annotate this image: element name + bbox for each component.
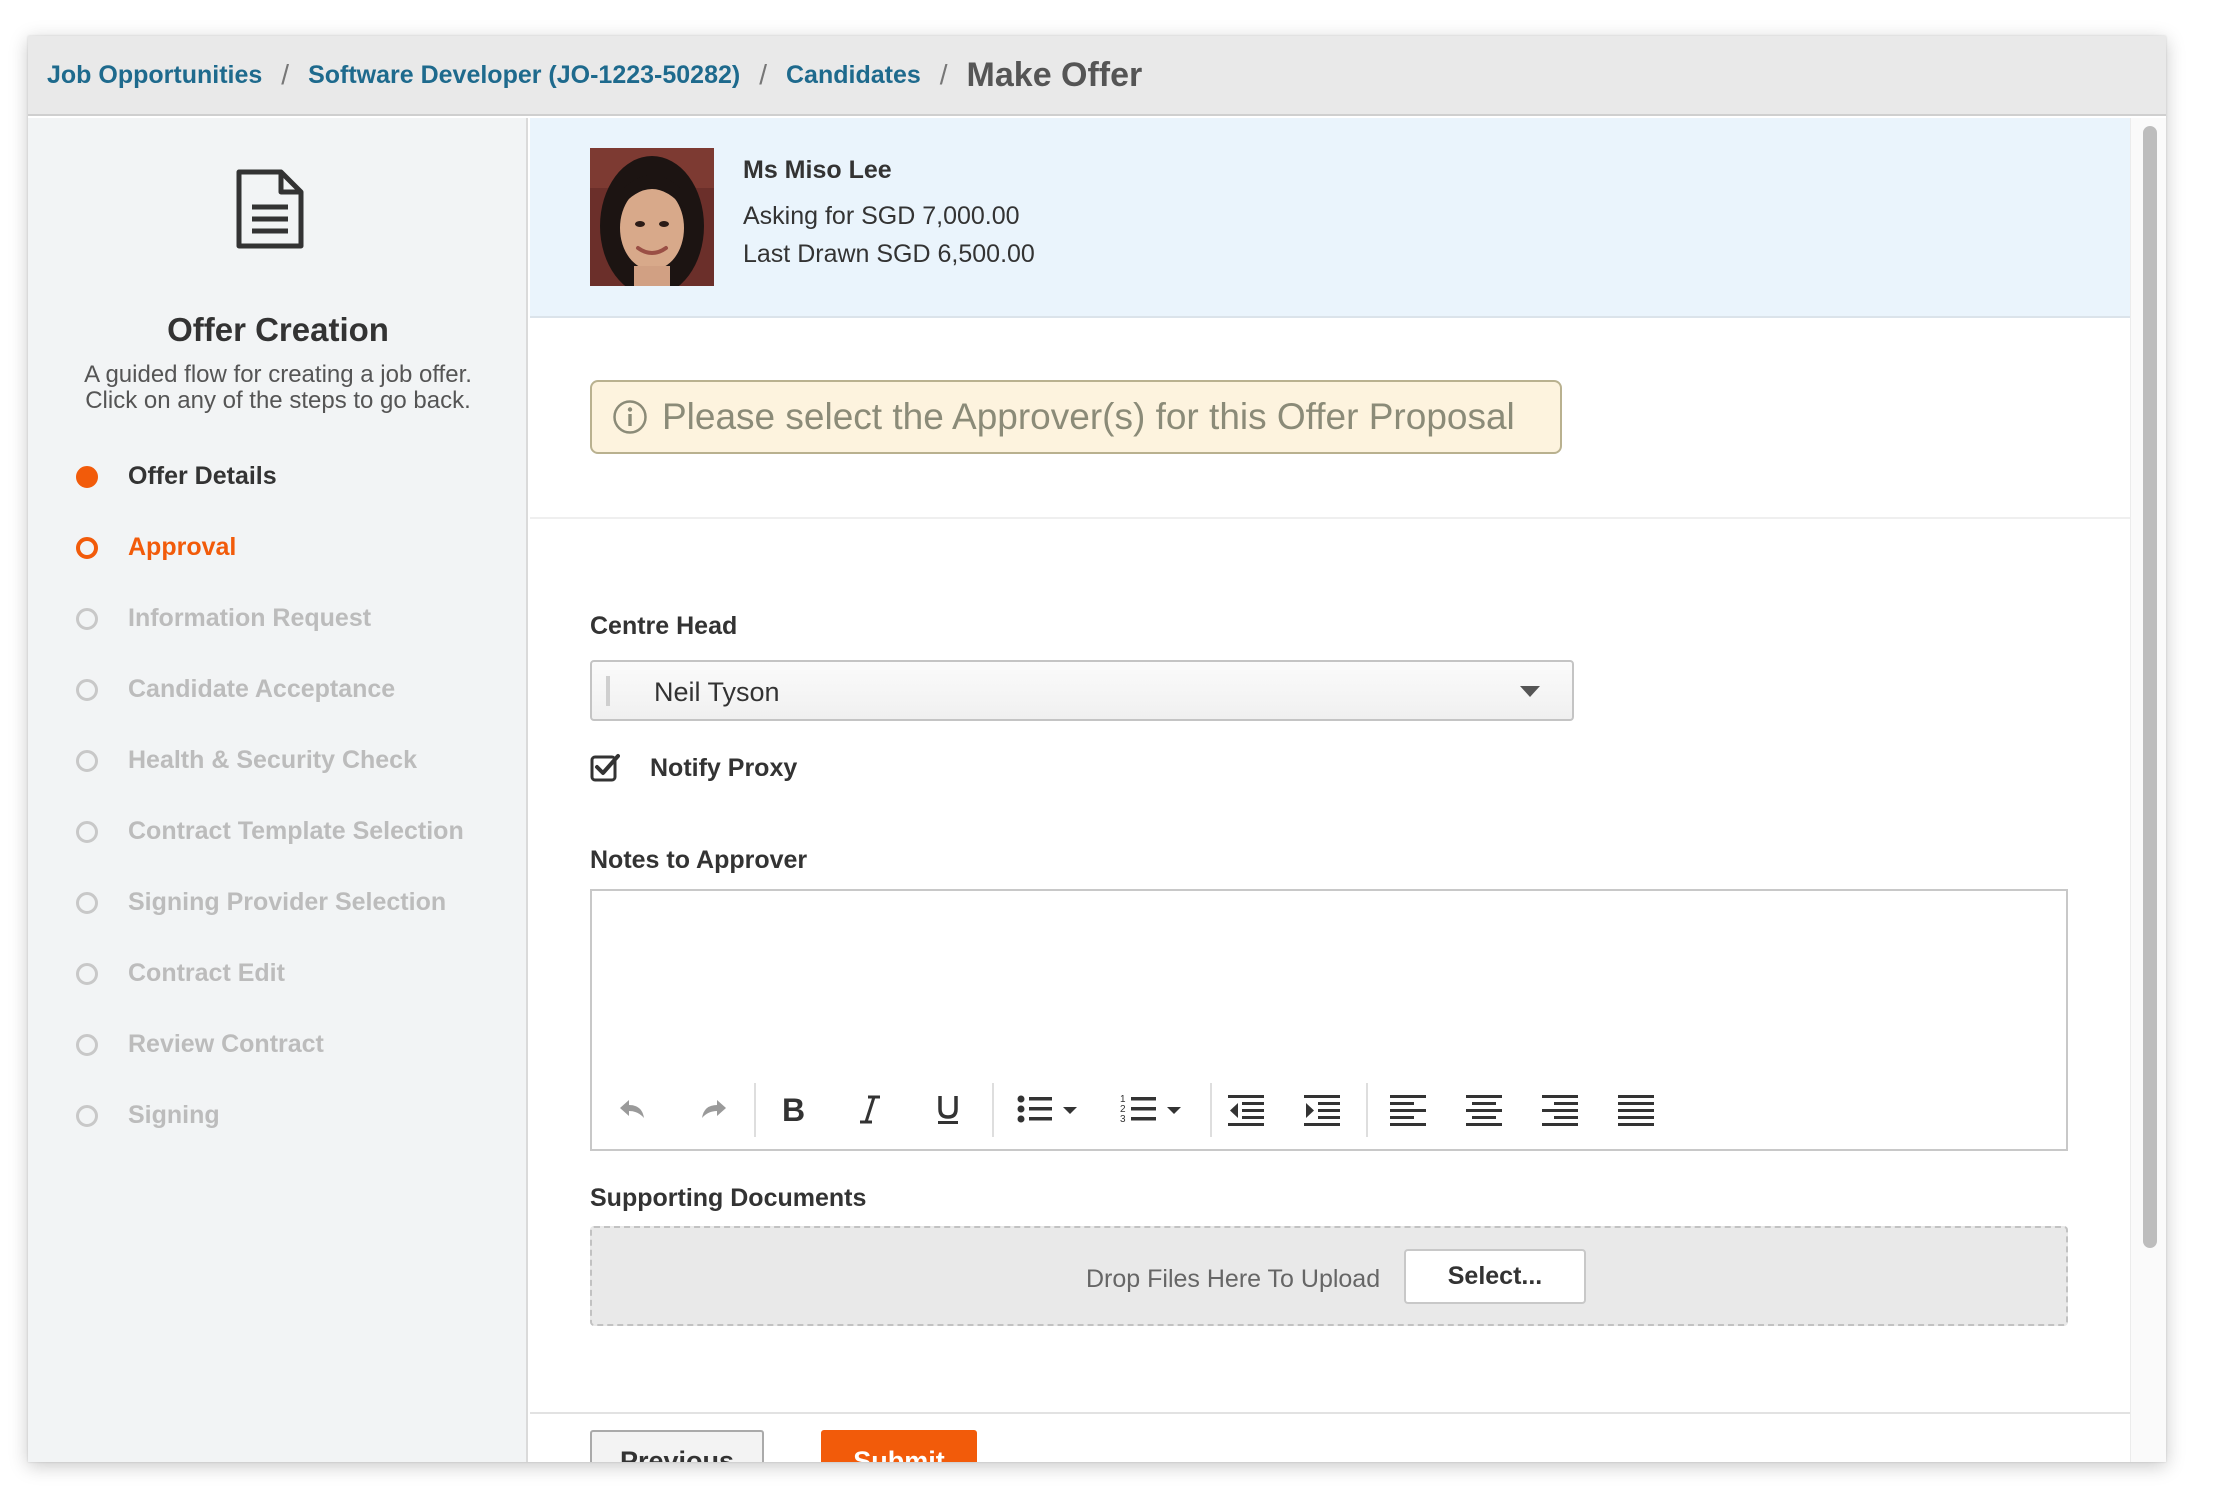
indent-icon[interactable]: [1300, 1087, 1344, 1131]
step-label: Review Contract: [128, 1030, 324, 1058]
step-active-ring-icon: [76, 536, 98, 559]
supporting-documents-label: Supporting Documents: [590, 1184, 867, 1212]
outdent-icon[interactable]: [1224, 1087, 1268, 1131]
centre-head-dropdown[interactable]: Neil Tyson: [590, 660, 1574, 721]
bullet-list-icon[interactable]: [1012, 1087, 1056, 1131]
svg-text:B: B: [782, 1092, 805, 1127]
app-window: Job Opportunities / Software Developer (…: [28, 36, 2166, 1462]
bold-icon[interactable]: B: [770, 1087, 814, 1131]
notify-proxy-label[interactable]: Notify Proxy: [650, 754, 797, 783]
align-right-icon[interactable]: [1538, 1087, 1582, 1131]
dropdown-handle: [606, 676, 610, 706]
document-icon: [236, 169, 304, 249]
breadcrumb-separator: /: [759, 59, 767, 90]
breadcrumb-software-developer[interactable]: Software Developer (JO-1223-50282): [308, 61, 740, 90]
chevron-down-icon: [1520, 686, 1540, 697]
editor-toolbar: B 123: [592, 1079, 2066, 1139]
redo-icon[interactable]: [692, 1087, 736, 1131]
step-pending-ring-icon: [76, 678, 98, 701]
bullet-list-dropdown-icon[interactable]: [1058, 1087, 1082, 1131]
centre-head-label: Centre Head: [590, 612, 738, 640]
select-files-button[interactable]: Select...: [1404, 1249, 1586, 1304]
file-dropzone[interactable]: Drop Files Here To Upload Select...: [590, 1226, 2068, 1326]
section-divider: [530, 517, 2130, 519]
breadcrumb-candidates[interactable]: Candidates: [786, 61, 921, 90]
notes-to-approver-label: Notes to Approver: [590, 846, 808, 874]
numbered-list-dropdown-icon[interactable]: [1162, 1087, 1186, 1131]
vertical-scrollbar[interactable]: [2130, 118, 2166, 1462]
toolbar-divider: [992, 1083, 994, 1137]
info-icon: [613, 400, 647, 434]
step-offer-details[interactable]: Offer Details: [28, 441, 528, 512]
align-left-icon[interactable]: [1386, 1087, 1430, 1131]
step-pending-ring-icon: [76, 1104, 98, 1127]
underline-icon[interactable]: [926, 1087, 970, 1131]
step-label: Approval: [128, 533, 237, 561]
step-contract-edit: Contract Edit: [28, 938, 528, 1009]
breadcrumb-job-opportunities[interactable]: Job Opportunities: [47, 61, 262, 90]
footer-divider: [530, 1412, 2166, 1462]
step-list: Offer Details Approval Information Reque…: [28, 441, 528, 1151]
step-review-contract: Review Contract: [28, 1009, 528, 1080]
toolbar-divider: [1366, 1083, 1368, 1137]
sidebar-title: Offer Creation: [167, 311, 389, 348]
svg-text:3: 3: [1120, 1114, 1126, 1125]
notes-editor-content[interactable]: [592, 891, 2066, 1077]
step-pending-ring-icon: [76, 962, 98, 985]
step-label: Signing Provider Selection: [128, 888, 447, 916]
step-information-request: Information Request: [28, 583, 528, 654]
italic-icon[interactable]: [848, 1087, 892, 1131]
step-pending-ring-icon: [76, 1033, 98, 1056]
step-signing: Signing: [28, 1080, 528, 1151]
toolbar-divider: [754, 1083, 756, 1137]
toolbar-divider: [1210, 1083, 1212, 1137]
candidate-asking-salary: Asking for SGD 7,000.00: [743, 202, 1020, 230]
candidate-name: Ms Miso Lee: [743, 156, 892, 184]
candidate-last-drawn-salary: Last Drawn SGD 6,500.00: [743, 240, 1035, 268]
step-approval[interactable]: Approval: [28, 512, 528, 583]
step-label: Signing: [128, 1101, 220, 1129]
page-title: Make Offer: [966, 55, 1143, 94]
candidate-avatar: [590, 148, 714, 286]
step-pending-ring-icon: [76, 749, 98, 772]
step-pending-ring-icon: [76, 820, 98, 843]
breadcrumb-separator: /: [939, 59, 948, 90]
previous-button[interactable]: Previous: [590, 1430, 764, 1462]
offer-steps-sidebar: Offer Creation A guided flow for creatin…: [28, 118, 528, 1462]
candidate-summary: Ms Miso Lee Asking for SGD 7,000.00 Last…: [530, 118, 2130, 318]
numbered-list-icon[interactable]: 123: [1116, 1087, 1160, 1131]
step-pending-ring-icon: [76, 607, 98, 630]
main-content: Ms Miso Lee Asking for SGD 7,000.00 Last…: [530, 118, 2166, 1462]
align-justify-icon[interactable]: [1614, 1087, 1658, 1131]
step-signing-provider-selection: Signing Provider Selection: [28, 867, 528, 938]
step-contract-template-selection: Contract Template Selection: [28, 796, 528, 867]
approver-notice: Please select the Approver(s) for this O…: [590, 380, 1562, 454]
notice-text: Please select the Approver(s) for this O…: [662, 396, 1515, 437]
notify-proxy-checkbox[interactable]: [590, 752, 620, 782]
scrollbar-thumb[interactable]: [2143, 126, 2157, 1248]
step-label: Offer Details: [128, 462, 277, 490]
align-center-icon[interactable]: [1462, 1087, 1506, 1131]
step-label: Contract Template Selection: [128, 817, 464, 845]
step-pending-ring-icon: [76, 891, 98, 914]
submit-button[interactable]: Submit: [821, 1430, 977, 1462]
step-label: Contract Edit: [128, 959, 285, 987]
breadcrumb: Job Opportunities / Software Developer (…: [28, 36, 2166, 116]
sidebar-description: A guided flow for creating a job offer. …: [84, 361, 472, 414]
step-candidate-acceptance: Candidate Acceptance: [28, 654, 528, 725]
breadcrumb-separator: /: [281, 59, 290, 90]
step-health-security-check: Health & Security Check: [28, 725, 528, 796]
step-label: Health & Security Check: [128, 746, 417, 774]
dropzone-text: Drop Files Here To Upload: [1086, 1265, 1381, 1293]
undo-icon[interactable]: [610, 1087, 654, 1131]
step-label: Information Request: [128, 604, 372, 632]
step-complete-dot-icon: [76, 465, 98, 488]
centre-head-selected-value: Neil Tyson: [654, 677, 780, 707]
step-label: Candidate Acceptance: [128, 675, 396, 703]
notes-to-approver-editor[interactable]: B 123: [590, 889, 2068, 1151]
